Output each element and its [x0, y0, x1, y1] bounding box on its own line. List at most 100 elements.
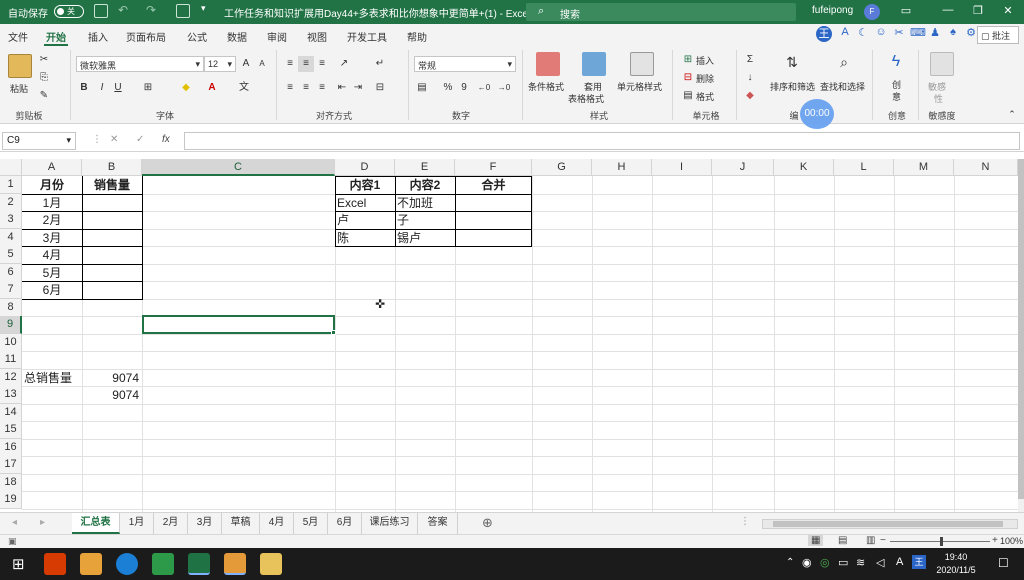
column-header-d[interactable]: D: [335, 159, 395, 176]
column-header-b[interactable]: B: [82, 159, 142, 176]
column-header-e[interactable]: E: [395, 159, 455, 176]
taskbar-clock[interactable]: 19:40 2020/11/5: [930, 551, 982, 577]
row-header-1[interactable]: 1: [0, 176, 22, 194]
row-header-11[interactable]: 11: [0, 351, 22, 369]
file-explorer-icon[interactable]: [260, 553, 282, 575]
align-top-icon[interactable]: ≡: [282, 56, 298, 72]
italic-button[interactable]: I: [94, 80, 110, 96]
menu-insert[interactable]: 插入: [88, 29, 108, 44]
cell-a1[interactable]: 月份: [22, 176, 82, 194]
cell-a3[interactable]: 2月: [22, 211, 82, 229]
underline-button[interactable]: U: [110, 80, 126, 96]
collapse-ribbon-icon[interactable]: ⌃: [1004, 106, 1020, 122]
splitter-icon[interactable]: ⋮: [740, 516, 750, 527]
insert-cells-label[interactable]: 插入: [696, 54, 714, 67]
menu-view[interactable]: 视图: [307, 29, 327, 44]
align-middle-icon[interactable]: ≡: [298, 56, 314, 72]
menu-formulas[interactable]: 公式: [187, 29, 207, 44]
zoom-slider-thumb[interactable]: [940, 537, 943, 546]
cell-e3[interactable]: 子: [395, 211, 455, 229]
column-header-a[interactable]: A: [22, 159, 82, 176]
sort-filter-label[interactable]: 排序和筛选: [770, 80, 815, 93]
spreadsheet-grid[interactable]: A B C D E F G H I J K L M N 1 2 3 4 5 6 …: [0, 159, 1018, 512]
sheet-tab-draft[interactable]: 草稿: [222, 513, 260, 534]
cell-e2[interactable]: 不加班: [395, 194, 455, 212]
row-header-10[interactable]: 10: [0, 334, 22, 352]
cell-b13[interactable]: 9074: [82, 386, 142, 404]
fill-handle[interactable]: [331, 330, 336, 335]
row-header-16[interactable]: 16: [0, 439, 22, 457]
active-cell-c9[interactable]: [142, 315, 335, 334]
find-select-icon[interactable]: ⌕: [836, 54, 852, 70]
row-header-9[interactable]: 9: [0, 316, 22, 334]
fill-icon[interactable]: ↓: [742, 70, 758, 86]
bold-button[interactable]: B: [76, 80, 92, 96]
sheet-tab-jun[interactable]: 6月: [328, 513, 362, 534]
cell-e1[interactable]: 内容2: [395, 176, 455, 194]
orientation-icon[interactable]: ↗: [336, 56, 352, 72]
align-left-icon[interactable]: ≡: [282, 80, 298, 96]
row-header-8[interactable]: 8: [0, 299, 22, 317]
decrease-indent-icon[interactable]: ⇤: [334, 80, 350, 96]
cell-f1[interactable]: 合并: [455, 176, 532, 194]
office-app-icon[interactable]: [44, 553, 66, 575]
row-header-14[interactable]: 14: [0, 404, 22, 422]
user-avatar[interactable]: F: [864, 4, 880, 20]
menu-data[interactable]: 数据: [227, 29, 247, 44]
zoom-in-icon[interactable]: +: [992, 535, 998, 546]
ribbon-display-icon[interactable]: ▭: [898, 4, 914, 18]
format-cells-label[interactable]: 格式: [696, 90, 714, 103]
column-header-l[interactable]: L: [834, 159, 894, 176]
name-box[interactable]: C9 ▾: [2, 132, 76, 150]
fill-color-icon[interactable]: ◆: [178, 80, 194, 96]
column-header-c[interactable]: C: [142, 159, 335, 176]
menu-review[interactable]: 审阅: [267, 29, 287, 44]
column-header-m[interactable]: M: [894, 159, 954, 176]
vertical-scrollbar[interactable]: [1018, 159, 1024, 512]
sheet-tab-feb[interactable]: 2月: [154, 513, 188, 534]
delete-cells-icon[interactable]: ⊟: [680, 70, 696, 86]
sheet-tab-jan[interactable]: 1月: [120, 513, 154, 534]
scroll-thumb[interactable]: [773, 521, 1003, 527]
autosave-toggle[interactable]: 关: [54, 5, 84, 18]
sheet-tab-mar[interactable]: 3月: [188, 513, 222, 534]
wrap-text-icon[interactable]: ↵: [372, 56, 388, 72]
font-name-select[interactable]: 微软雅黑 ▾: [76, 56, 204, 72]
cell-a4[interactable]: 3月: [22, 229, 82, 247]
volume-icon[interactable]: ◁: [876, 556, 884, 569]
scissors-icon[interactable]: ✂: [892, 26, 906, 42]
sort-filter-icon[interactable]: ⇅: [784, 54, 800, 70]
menu-home[interactable]: 开始: [46, 29, 66, 44]
find-select-label[interactable]: 查找和选择: [820, 80, 865, 93]
input-method-label[interactable]: A: [896, 556, 903, 568]
ime-icon[interactable]: 王: [816, 26, 832, 42]
restore-icon[interactable]: ❐: [970, 4, 986, 18]
sensitivity-label-2[interactable]: 性: [934, 92, 943, 105]
percent-button[interactable]: %: [440, 80, 456, 96]
insert-function-icon[interactable]: fx: [162, 134, 170, 145]
sensitivity-icon[interactable]: [930, 52, 954, 76]
sheet-tab-may[interactable]: 5月: [294, 513, 328, 534]
edge-browser-icon[interactable]: [116, 553, 138, 575]
currency-icon[interactable]: ▤: [414, 80, 430, 96]
column-header-i[interactable]: I: [652, 159, 712, 176]
row-header-18[interactable]: 18: [0, 474, 22, 492]
close-icon[interactable]: ✕: [1000, 4, 1016, 18]
cell-b1[interactable]: 销售量: [82, 176, 142, 194]
increase-font-icon[interactable]: A: [238, 56, 254, 72]
app-orange-icon[interactable]: [80, 553, 102, 575]
column-header-n[interactable]: N: [954, 159, 1018, 176]
align-right-icon[interactable]: ≡: [314, 80, 330, 96]
menu-page-layout[interactable]: 页面布局: [126, 29, 166, 44]
conditional-format-icon[interactable]: [536, 52, 560, 76]
row-header-5[interactable]: 5: [0, 246, 22, 264]
menu-help[interactable]: 帮助: [407, 29, 427, 44]
wifi-icon[interactable]: ≋: [856, 556, 865, 569]
customize-qat-icon[interactable]: ▾: [201, 3, 206, 14]
play-store-icon[interactable]: [152, 553, 174, 575]
creative-lightning-icon[interactable]: ϟ: [888, 54, 904, 70]
normal-view-icon[interactable]: ▦: [808, 535, 824, 546]
settings-icon[interactable]: ⚙: [964, 26, 978, 42]
column-header-j[interactable]: J: [712, 159, 774, 176]
clear-icon[interactable]: ◆: [742, 88, 758, 104]
